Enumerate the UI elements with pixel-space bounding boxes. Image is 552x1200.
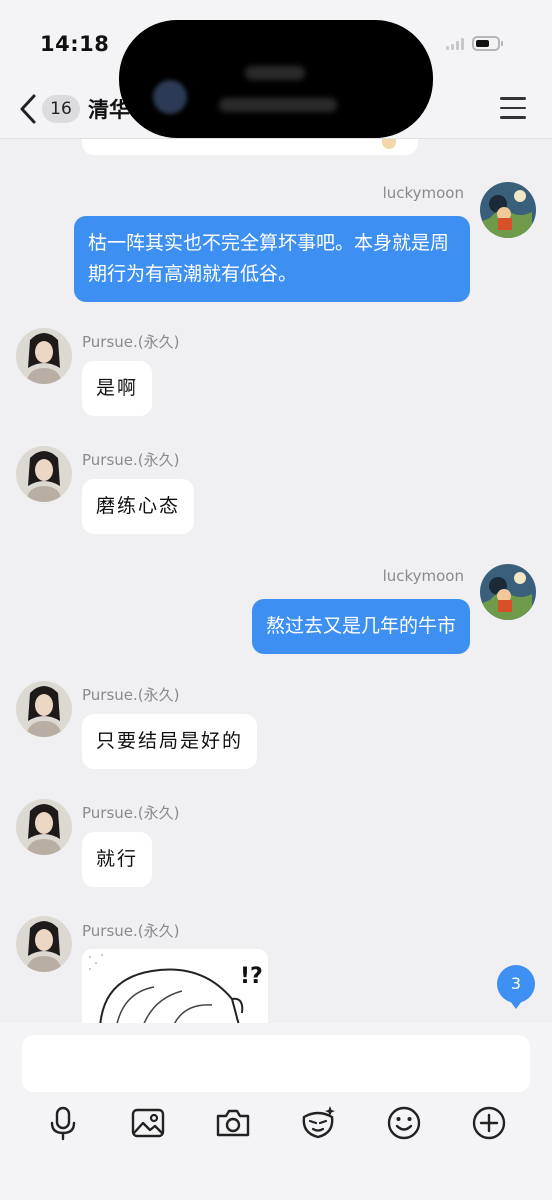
image-icon[interactable] [128,1103,168,1143]
message-bubble-incoming[interactable]: 磨练心态 [82,479,195,534]
message-sender: Pursue.(永久) [82,451,180,469]
message-sender: Pursue.(永久) [82,333,180,351]
avatar-pursue[interactable] [16,681,72,737]
message-bubble-outgoing[interactable]: 熬过去又是几年的牛市 [251,599,470,654]
status-time: 14:18 [40,32,110,56]
message-input[interactable] [22,1035,530,1092]
message-sender: Pursue.(永久) [82,686,180,704]
live-activity-icon [153,80,187,114]
message-list[interactable]: luckymoon 枯一阵其实也不完全算坏事吧。本身就是周期行为有高潮就有低谷。… [0,139,552,1023]
message-bubble-incoming[interactable]: 只要结局是好的 [82,714,258,769]
plus-icon[interactable] [469,1103,509,1143]
message-bubble-outgoing[interactable]: 枯一阵其实也不完全算坏事吧。本身就是周期行为有高潮就有低谷。 [74,216,470,302]
message-sender: Pursue.(永久) [82,804,180,822]
new-messages-badge[interactable]: 3 [497,965,535,1009]
message-bubble-incoming[interactable]: 就行 [82,832,153,887]
menu-icon[interactable] [500,97,526,119]
dynamic-island [119,20,433,138]
avatar-pursue[interactable] [16,916,72,972]
emoji-icon[interactable] [384,1103,424,1143]
sticker-text: !? [240,964,263,989]
camera-icon[interactable] [213,1103,253,1143]
avatar-pursue[interactable] [16,799,72,855]
sticker-icon[interactable] [298,1103,338,1143]
message-composer [0,1023,552,1200]
message-bubble-incoming[interactable]: 是啊 [82,361,153,416]
unread-count-badge[interactable]: 16 [42,95,80,123]
previous-message-bubble [82,139,418,155]
battery-icon [472,36,503,51]
signal-icon [446,38,468,50]
message-sender: luckymoon [382,184,464,202]
avatar-pursue[interactable] [16,446,72,502]
message-sender: luckymoon [382,567,464,585]
message-sender: Pursue.(永久) [82,922,180,940]
back-chevron-icon[interactable] [18,92,40,126]
microphone-icon[interactable] [43,1103,83,1143]
avatar-luckymoon[interactable] [480,564,536,620]
sticker-image[interactable]: !? [82,949,268,1023]
avatar-luckymoon[interactable] [480,182,536,238]
avatar-pursue[interactable] [16,328,72,384]
